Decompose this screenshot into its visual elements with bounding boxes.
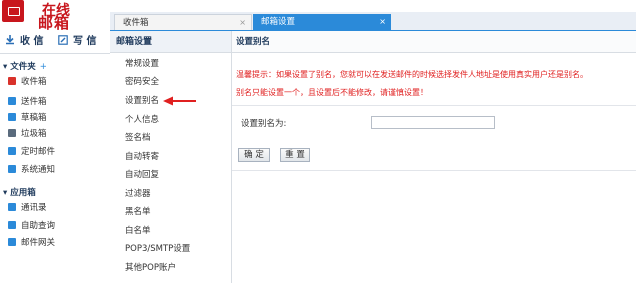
triangle-down-icon: ▾ — [3, 62, 8, 72]
contacts-icon — [8, 203, 16, 211]
tab-settings-label: 邮箱设置 — [261, 17, 296, 27]
divider — [232, 105, 636, 106]
receive-button[interactable]: 收 信 — [5, 35, 43, 49]
sidebar-item-label: 垃圾箱 — [21, 129, 47, 139]
sidebar-item-inbox[interactable]: 收件箱 — [8, 74, 47, 90]
sidebar-item-drafts[interactable]: 草稿箱 — [8, 110, 47, 126]
tab-inbox-label: 收件箱 — [123, 18, 149, 28]
sidebar-item-trash[interactable]: 垃圾箱 — [8, 126, 47, 142]
menu-item-signature[interactable]: 签名档 — [125, 131, 151, 145]
sidebar-item-label: 收件箱 — [21, 77, 47, 87]
add-folder-icon[interactable]: + — [40, 62, 47, 72]
apps-section-title[interactable]: ▾ 应用箱 — [3, 186, 36, 198]
alias-label: 设置别名为: — [241, 119, 287, 129]
sidebar-item-label: 系统通知 — [21, 165, 56, 175]
timer-mail-icon — [8, 147, 16, 155]
write-button[interactable]: 写 信 — [58, 35, 96, 49]
sidebar-item-scheduled[interactable]: 定时邮件 — [8, 144, 55, 160]
sent-icon — [8, 97, 16, 105]
folders-title: 文件夹 — [10, 62, 36, 72]
notice-icon — [8, 165, 16, 173]
reset-button[interactable]: 重 置 — [280, 148, 310, 162]
settings-menu-title: 邮箱设置 — [110, 31, 231, 53]
sidebar-item-label: 自助查询 — [21, 221, 56, 231]
menu-item-password[interactable]: 密码安全 — [125, 75, 159, 89]
triangle-down-icon: ▾ — [3, 188, 8, 198]
divider — [232, 170, 636, 171]
logo: 在线 邮箱 — [0, 0, 110, 32]
page-title: 设置别名 — [232, 31, 636, 53]
mail-stamp-icon — [2, 0, 24, 22]
warning-text: 别名只能设置一个，且设置后不能修改，请谨慎设置！ — [236, 88, 428, 97]
menu-item-auto-forward[interactable]: 自动转寄 — [125, 150, 159, 164]
sidebar-item-query[interactable]: 自助查询 — [8, 218, 55, 234]
sidebar-item-label: 草稿箱 — [21, 113, 47, 123]
menu-item-blacklist[interactable]: 黑名单 — [125, 205, 151, 219]
sidebar-item-label: 邮件网关 — [21, 238, 56, 248]
tab-bar: 收件箱 × 邮箱设置 × — [110, 12, 636, 32]
menu-item-filter[interactable]: 过滤器 — [125, 187, 151, 201]
download-icon — [6, 35, 14, 45]
sidebar-item-label: 定时邮件 — [21, 147, 56, 157]
logo-brand-bottom: 邮箱 — [38, 14, 71, 32]
sidebar-item-sent[interactable]: 送件箱 — [8, 94, 47, 110]
gateway-icon — [8, 238, 16, 246]
menu-item-whitelist[interactable]: 白名单 — [125, 224, 151, 238]
edit-icon — [58, 35, 68, 45]
tab-inbox[interactable]: 收件箱 × — [114, 14, 252, 30]
action-bar: 收 信 写 信 — [0, 31, 110, 54]
query-icon — [8, 221, 16, 229]
pointer-arrow-icon — [163, 96, 196, 106]
sidebar-item-contacts[interactable]: 通讯录 — [8, 200, 47, 216]
menu-item-profile[interactable]: 个人信息 — [125, 113, 159, 127]
menu-item-general[interactable]: 常规设置 — [125, 57, 159, 71]
trash-icon — [8, 129, 16, 137]
close-icon[interactable]: × — [239, 15, 246, 31]
confirm-button[interactable]: 确 定 — [238, 148, 270, 162]
write-label: 写 信 — [73, 36, 97, 47]
sidebar-item-label: 送件箱 — [21, 97, 47, 107]
sidebar-item-label: 通讯录 — [21, 203, 47, 213]
menu-item-alias[interactable]: 设置别名 — [125, 94, 160, 108]
tip-text: 温馨提示：如果设置了别名，您就可以在发送邮件的时候选择发件人地址是使用真实用户还… — [236, 70, 588, 79]
draft-icon — [8, 113, 16, 121]
sidebar-item-notices[interactable]: 系统通知 — [8, 162, 55, 178]
close-icon[interactable]: × — [379, 14, 386, 30]
tab-mail-settings[interactable]: 邮箱设置 × — [253, 14, 391, 30]
menu-item-auto-reply[interactable]: 自动回复 — [125, 168, 159, 182]
receive-label: 收 信 — [20, 36, 44, 47]
apps-title: 应用箱 — [10, 188, 36, 198]
menu-item-other-pop[interactable]: 其他POP账户 — [125, 261, 176, 275]
menu-item-pop3-smtp[interactable]: POP3/SMTP设置 — [125, 242, 190, 256]
inbox-icon — [8, 77, 16, 85]
folders-section-title[interactable]: ▾ 文件夹 + — [3, 60, 47, 72]
sidebar-item-gateway[interactable]: 邮件网关 — [8, 235, 55, 251]
alias-input[interactable] — [371, 116, 495, 129]
